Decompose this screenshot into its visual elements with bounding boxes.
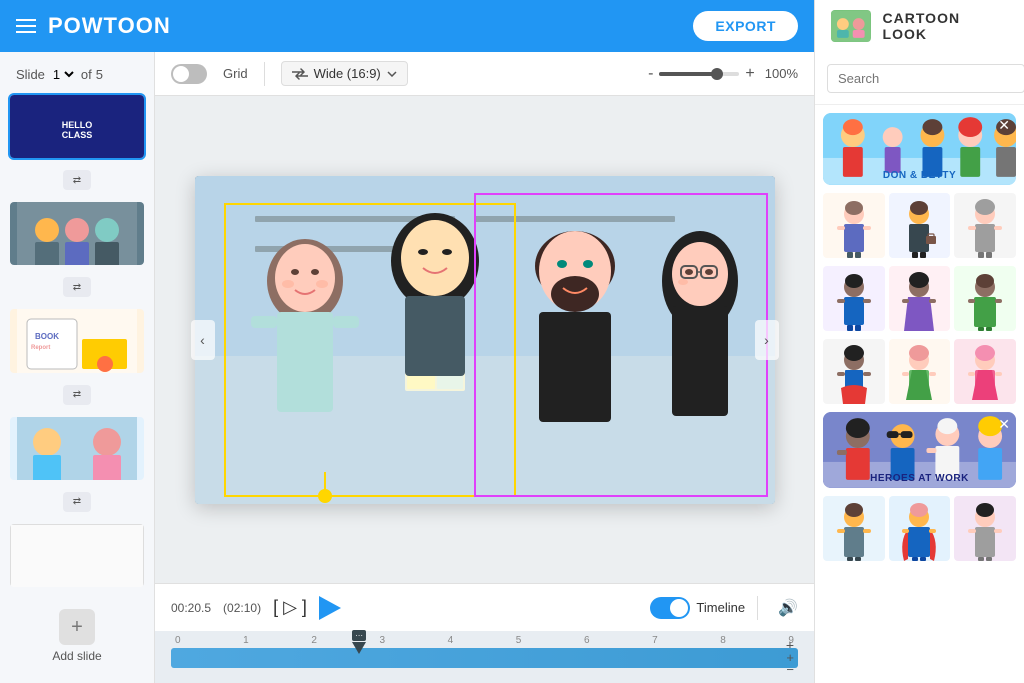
don-betty-pack[interactable]: ✕ DON & BETTY [823,113,1016,185]
character-cell[interactable] [954,496,1016,561]
character-grid-row-1 [823,193,1016,258]
character-cell[interactable] [889,339,951,404]
heroes-at-work-pack[interactable]: ✕ HEROES AT WORK [823,412,1016,488]
slide-counter: Slide 12345 of 5 [8,62,146,87]
timeline-track[interactable]: ··· + − [171,648,798,668]
character-cell[interactable] [889,496,951,561]
app-logo: POWTOON [48,13,171,39]
add-icon: + [59,609,95,645]
slide-3-move-btn[interactable]: ⇄ [63,385,91,405]
slides-sidebar: Slide 12345 of 5 HELLOCLASS ⇄ [0,52,155,683]
app-header: POWTOON EXPORT [0,0,814,52]
slide-label: Slide [16,67,45,82]
swap-icon [292,68,308,80]
don-betty-close[interactable]: ✕ [998,117,1010,134]
search-bar [815,52,1024,105]
character-cell[interactable] [954,339,1016,404]
slide-2-move-btn[interactable]: ⇄ [63,277,91,297]
character-cell[interactable] [954,266,1016,331]
slide-2-action: ⇄ [8,273,146,301]
panel-thumb [831,10,871,42]
timeline-label: Timeline [696,600,745,615]
zoom-plus-label[interactable]: + [745,65,754,83]
slide-item[interactable]: BOOK Report [8,307,146,374]
volume-button[interactable]: 🔊 [778,598,798,618]
panel-title: CARTOON LOOK [883,10,1008,42]
canvas-container: ‹ › [195,176,775,504]
grid-label: Grid [223,66,248,81]
zoom-minus-label[interactable]: - [648,65,653,83]
slide-thumb-3: BOOK Report [10,309,144,374]
character-cell[interactable] [823,193,885,258]
time-current: 00:20.5 [171,601,211,615]
panel-header: CARTOON LOOK [814,0,1024,52]
heroes-label: HEROES AT WORK [870,473,969,484]
character-cell[interactable] [823,266,885,331]
chevron-down-icon [387,71,397,77]
slide-4-move-btn[interactable]: ⇄ [63,492,91,512]
character-cell[interactable] [823,496,885,561]
of-label: of [81,67,92,82]
slide-4-action: ⇄ [8,488,146,516]
character-grid-row-3 [823,339,1016,404]
heroes-close[interactable]: ✕ [998,416,1010,433]
character-grid-bottom [823,496,1016,561]
total-slides: 5 [96,67,103,82]
timeline-switch[interactable] [650,597,690,619]
zoom-controls: - + 100% [648,65,798,83]
slide-1-move-btn[interactable]: ⇄ [63,170,91,190]
aspect-label: Wide (16:9) [314,66,381,81]
character-cell[interactable] [889,266,951,331]
slide-item[interactable] [8,200,146,267]
slide-3-action: ⇄ [8,381,146,409]
playback-bar: 00:20.5 (02:10) [ ▷ ] Timeline 🔊 [155,583,814,631]
canvas-content [195,176,775,504]
ruler-numbers: 0 1 2 3 4 5 6 7 8 9 [171,635,798,646]
canvas-area: Grid Wide (16:9) - + [155,52,814,683]
divider [757,596,758,620]
add-slide-label: Add slide [52,649,101,663]
timeline-shrink[interactable]: − [786,662,794,677]
svg-text:BOOK: BOOK [35,332,59,341]
zoom-slider[interactable] [659,72,739,76]
slide-thumb-1: HELLOCLASS [10,95,144,160]
bracket-button[interactable]: [ ▷ ] [273,597,307,618]
add-slide-button[interactable]: + Add slide [8,599,146,673]
timeline: 0 1 2 3 4 5 6 7 8 9 + ··· [155,631,814,683]
slide-item[interactable] [8,522,146,589]
timeline-ruler: 0 1 2 3 4 5 6 7 8 9 + [171,635,798,646]
character-cell[interactable] [954,193,1016,258]
aspect-ratio-button[interactable]: Wide (16:9) [281,61,408,86]
right-panel: ✕ DON & BETTY [814,52,1024,683]
character-cell[interactable] [889,193,951,258]
character-cell[interactable] [823,339,885,404]
slide-item[interactable]: HELLOCLASS [8,93,146,160]
timeline-toggle: Timeline [650,597,745,619]
time-total: (02:10) [223,601,261,615]
main-canvas[interactable] [195,176,775,504]
svg-text:Report: Report [31,345,50,351]
slide-1-action: ⇄ [8,166,146,194]
don-betty-label: DON & BETTY [883,170,956,181]
character-grid-row-2 [823,266,1016,331]
slide-thumb-5 [10,524,144,589]
play-button[interactable] [319,596,341,620]
zoom-value: 100% [765,66,798,81]
slide-number-select[interactable]: 12345 [49,66,77,83]
search-input[interactable] [827,64,1024,93]
canvas-toolbar: Grid Wide (16:9) - + [155,52,814,96]
slide-thumb-2 [10,202,144,267]
grid-toggle[interactable] [171,64,207,84]
menu-button[interactable] [16,19,36,33]
slide-item[interactable] [8,415,146,482]
panel-content: ✕ DON & BETTY [815,105,1024,683]
canvas-next-button[interactable]: › [755,320,779,360]
canvas-wrapper: ‹ › [155,96,814,583]
canvas-prev-button[interactable]: ‹ [191,320,215,360]
export-button[interactable]: EXPORT [693,11,798,41]
slide-thumb-4 [10,417,144,482]
